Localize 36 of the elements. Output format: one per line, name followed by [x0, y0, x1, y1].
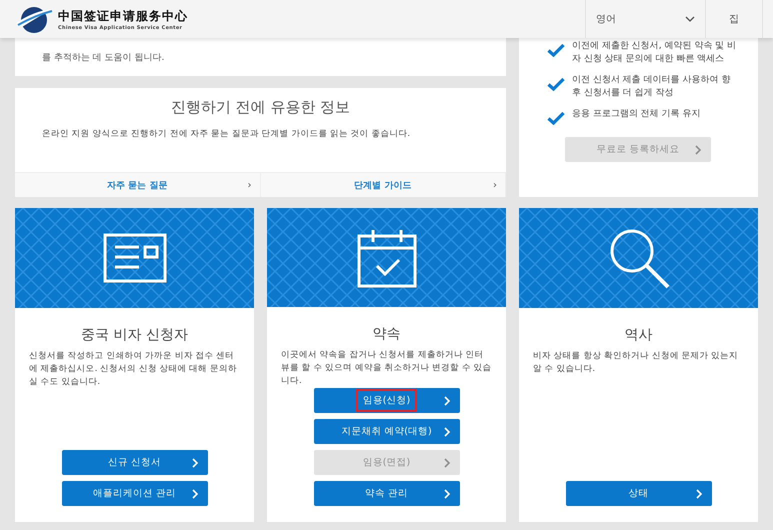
chevron-right-icon — [694, 489, 702, 499]
benefit-text: 이전 신청서 제출 데이터를 사용하여 향후 신청서를 더 쉽게 작성 — [572, 74, 732, 100]
check-icon — [547, 111, 565, 125]
logo-title: 中国签证申请服务中心 — [58, 8, 188, 24]
chevron-right-icon — [442, 458, 450, 468]
info-title: 진행하기 전에 유용한 정보 — [170, 98, 350, 117]
guide-link[interactable]: 자주 묻는 질문 › — [15, 173, 260, 197]
check-icon — [547, 43, 565, 57]
card-text: 를 추적하는 데 도움이 됩니다. — [42, 52, 164, 64]
benefit-text: 이전에 제출한 신청서, 예약된 약속 및 비자 신청 상태 문의에 대한 빠른 액세스 — [572, 40, 738, 66]
benefit-text: 응용 프로그램의 전체 기록 유지 — [572, 108, 700, 121]
chevron-right-icon — [442, 489, 450, 499]
chevron-right-icon — [694, 145, 702, 155]
chevron-down-icon — [685, 16, 695, 22]
card-title: 역사 — [624, 326, 652, 344]
chevron-right-icon — [442, 427, 450, 437]
form-icon — [102, 233, 166, 283]
action-button[interactable]: 임용(신청) — [314, 388, 460, 413]
info-text: 온라인 지원 양식으로 진행하기 전에 자주 묻는 질문과 단계별 가이드를 읽는 것이 좋습니다. — [41, 128, 410, 140]
guide-link[interactable]: 단계별 가이드 › — [260, 173, 506, 197]
action-button[interactable]: 지문채취 예약(대행) — [314, 419, 460, 444]
card-title: 약속 — [372, 325, 400, 343]
check-icon — [547, 77, 565, 91]
search-icon — [608, 227, 670, 289]
card-description: 신청서를 작성하고 인쇄하여 가까운 비자 접수 센터에 제출하십시오. 신청서의 신청 상태에 대해 문의하실 수도 있습니다. — [29, 350, 238, 389]
action-button[interactable]: 신규 신청서 — [62, 450, 208, 475]
action-button[interactable]: 상태 — [566, 481, 712, 506]
action-button[interactable]: 애플리케이션 관리 — [62, 481, 208, 506]
chevron-right-icon — [190, 458, 198, 468]
card-description: 이곳에서 약속을 잡거나 신청서를 제출하거나 인터뷰를 할 수 있으며 예약을 취소하거나 변경할 수 있습니다. — [281, 349, 492, 388]
card-description: 비자 상태를 항상 확인하거나 신청에 문제가 있는지 알 수 있습니다. — [533, 350, 740, 376]
action-button[interactable]: 약속 관리 — [314, 481, 460, 506]
chevron-right-icon — [442, 396, 450, 406]
card-title: 중국 비자 신청자 — [81, 326, 188, 344]
calendar-icon — [356, 228, 416, 288]
chevron-right-icon — [190, 489, 198, 499]
